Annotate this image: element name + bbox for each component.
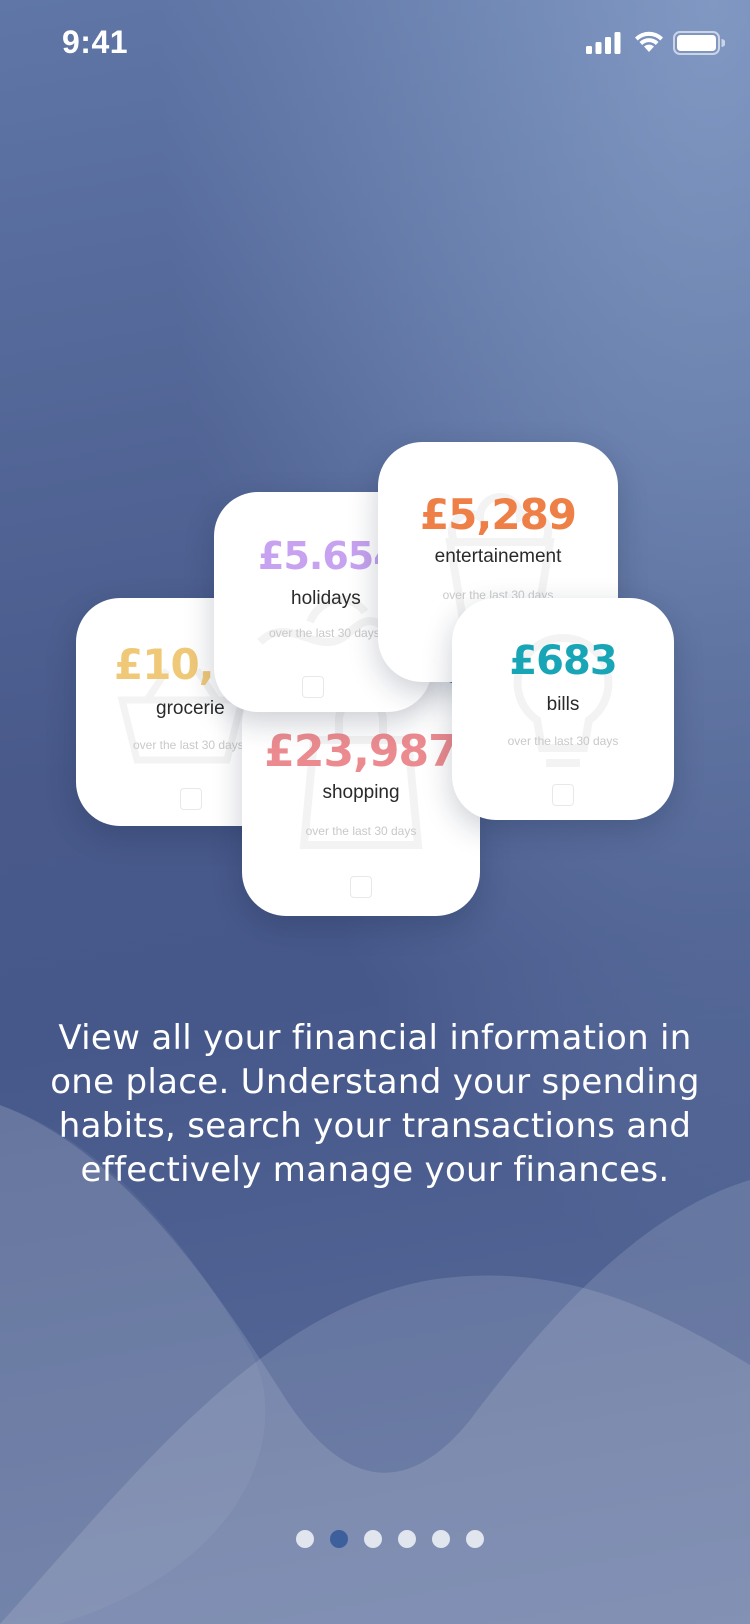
card-checkbox[interactable] [350, 876, 372, 898]
card-subtitle: over the last 30 days [507, 734, 619, 748]
card-bills[interactable]: £683 bills over the last 30 days [452, 598, 674, 820]
onboarding-screen: 9:41 £10,9 grocerie over the last 30 day… [0, 0, 750, 1624]
status-time: 9:41 [62, 24, 129, 60]
status-bar: 9:41 [0, 0, 750, 90]
signal-icon [586, 32, 621, 54]
card-shopping[interactable]: £23,987 shopping over the last 30 days [242, 680, 480, 916]
card-label: bills [546, 694, 580, 715]
card-amount: £683 [509, 638, 617, 684]
card-checkbox[interactable] [552, 784, 574, 806]
card-label: entertainement [434, 546, 562, 567]
battery-icon [673, 31, 725, 55]
card-amount: £5,289 [419, 490, 577, 539]
page-dot-3[interactable] [364, 1530, 382, 1548]
card-checkbox[interactable] [302, 676, 324, 698]
page-indicator[interactable] [0, 1530, 750, 1550]
onboarding-description: View all your financial information in o… [50, 1018, 700, 1190]
wifi-icon [635, 31, 663, 52]
card-checkbox[interactable] [180, 788, 202, 810]
page-dot-5[interactable] [432, 1530, 450, 1548]
page-dot-2[interactable] [330, 1530, 348, 1548]
page-dot-1[interactable] [296, 1530, 314, 1548]
page-dot-4[interactable] [398, 1530, 416, 1548]
card-label: shopping [322, 782, 400, 803]
page-dot-6[interactable] [466, 1530, 484, 1548]
card-amount: £23,987 [264, 726, 458, 777]
card-subtitle: over the last 30 days [305, 824, 417, 838]
